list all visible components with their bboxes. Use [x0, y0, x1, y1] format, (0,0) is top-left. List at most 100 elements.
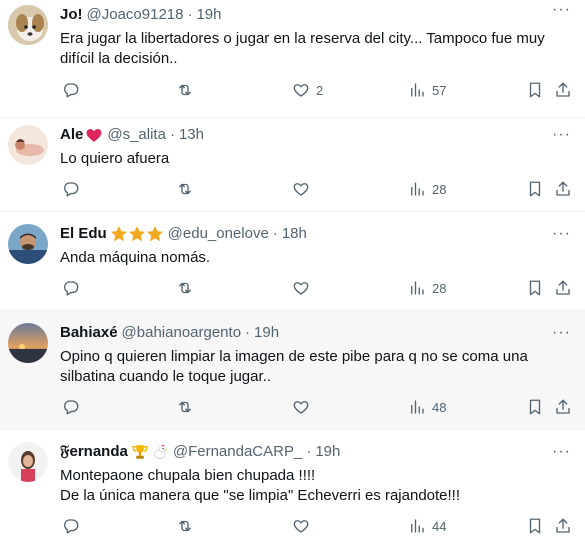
views-button[interactable]: 28: [408, 177, 446, 201]
like-button[interactable]: [292, 514, 310, 538]
display-name[interactable]: El Edu: [60, 224, 107, 244]
chicken-emoji-icon: [151, 443, 169, 461]
separator-dot: ·: [169, 126, 175, 143]
views-button[interactable]: 57: [408, 78, 446, 102]
reply-button[interactable]: [62, 276, 80, 300]
reply-tweet[interactable]: El Edu @edu_onelove · 18h ··· Anda máqui…: [0, 212, 585, 311]
like-count: 2: [316, 82, 324, 98]
views-icon: [411, 182, 424, 196]
tweet-text-line: Montepaone chupala bien chupada !!!!: [60, 467, 316, 484]
like-button[interactable]: 2: [292, 78, 323, 102]
separator-dot: ·: [187, 6, 193, 23]
reply-tweet[interactable]: Ale @s_alita · 13h ··· Lo quiero afuera …: [0, 118, 585, 212]
reply-icon: [64, 182, 79, 197]
avatar[interactable]: [8, 5, 48, 45]
reply-button[interactable]: [62, 395, 80, 419]
reply-icon: [64, 83, 79, 98]
display-name[interactable]: Ale: [60, 125, 83, 145]
tweet-text: Montepaone chupala bien chupada !!!! De …: [60, 466, 569, 506]
like-icon: [293, 282, 309, 295]
like-icon: [293, 183, 309, 196]
tweet-text-line: Anda máquina nomás.: [60, 249, 211, 266]
tweet-text-line: difícil la decisión..: [60, 50, 178, 67]
retweet-button[interactable]: [176, 395, 194, 419]
tweet-text: Era jugar la libertadores o jugar en la …: [60, 29, 569, 69]
user-handle[interactable]: @edu_onelove: [168, 224, 269, 244]
tweet-text-line: Lo quiero afuera: [60, 150, 170, 167]
retweet-icon: [179, 183, 191, 195]
reply-button[interactable]: [62, 177, 80, 201]
retweet-button[interactable]: [176, 78, 194, 102]
retweet-button[interactable]: [176, 276, 194, 300]
tweet-text: Anda máquina nomás.: [60, 248, 569, 268]
share-button[interactable]: [554, 276, 572, 300]
more-icon[interactable]: ···: [552, 442, 571, 462]
reply-tweet[interactable]: Jo! @Joaco91218 · 19h ··· Era jugar la l…: [0, 0, 585, 118]
share-button[interactable]: [554, 395, 572, 419]
bookmark-button[interactable]: [526, 276, 544, 300]
star-emoji-icon: [110, 225, 164, 243]
timestamp[interactable]: 19h: [254, 323, 279, 343]
share-button[interactable]: [554, 177, 572, 201]
display-name[interactable]: 𝔉ernanda: [60, 442, 128, 462]
tweet-actions: 44: [60, 514, 585, 538]
share-icon: [556, 280, 570, 295]
like-button[interactable]: [292, 395, 310, 419]
views-icon: [411, 83, 424, 97]
display-name[interactable]: Jo!: [60, 5, 83, 25]
reply-tweet[interactable]: 𝔉ernanda @FernandaCARP_ · 19h ··· Montep…: [0, 430, 585, 546]
user-handle[interactable]: @s_alita: [107, 125, 166, 145]
bookmark-button[interactable]: [526, 78, 544, 102]
timestamp[interactable]: 13h: [179, 125, 204, 145]
avatar[interactable]: [8, 442, 48, 482]
retweet-button[interactable]: [176, 177, 194, 201]
share-button[interactable]: [554, 78, 572, 102]
view-count: 28: [432, 181, 447, 197]
avatar[interactable]: [8, 323, 48, 363]
tweet-actions: 48: [60, 395, 585, 419]
avatar[interactable]: [8, 224, 48, 264]
views-button[interactable]: 48: [408, 395, 446, 419]
tweet-actions: 28: [60, 177, 585, 201]
separator-dot: ·: [272, 225, 278, 242]
reply-button[interactable]: [62, 514, 80, 538]
more-icon[interactable]: ···: [552, 125, 571, 145]
tweet-text: Lo quiero afuera: [60, 149, 569, 169]
share-icon: [556, 399, 570, 414]
more-icon[interactable]: ···: [552, 0, 571, 20]
views-icon: [411, 519, 424, 533]
tweet-text-line: De la única manera que "se limpia" Echev…: [60, 487, 461, 504]
user-handle[interactable]: @bahianoargento: [122, 323, 242, 343]
bookmark-icon: [529, 181, 541, 197]
share-icon: [556, 82, 570, 97]
bookmark-button[interactable]: [526, 395, 544, 419]
timestamp[interactable]: 18h: [282, 224, 307, 244]
share-button[interactable]: [554, 514, 572, 538]
retweet-icon: [179, 84, 191, 96]
reply-tweet[interactable]: Bahiaxé @bahianoargento · 19h ··· Opino …: [0, 311, 585, 430]
share-icon: [556, 518, 570, 533]
bookmark-button[interactable]: [526, 177, 544, 201]
like-button[interactable]: [292, 276, 310, 300]
reply-button[interactable]: [62, 78, 80, 102]
display-name[interactable]: Bahiaxé: [60, 323, 118, 343]
bookmark-button[interactable]: [526, 514, 544, 538]
bookmark-icon: [529, 280, 541, 296]
trophy-emoji-icon: [131, 443, 149, 461]
like-button[interactable]: [292, 177, 310, 201]
views-icon: [411, 400, 424, 414]
more-icon[interactable]: ···: [552, 224, 571, 244]
user-handle[interactable]: @Joaco91218: [87, 5, 184, 25]
like-icon: [293, 401, 309, 414]
tweet-text-line: Era jugar la libertadores o jugar en la …: [60, 30, 545, 47]
views-button[interactable]: 44: [408, 514, 446, 538]
reply-icon: [64, 519, 79, 534]
timestamp[interactable]: 19h: [196, 5, 221, 25]
retweet-button[interactable]: [176, 514, 194, 538]
more-icon[interactable]: ···: [552, 323, 571, 343]
avatar[interactable]: [8, 125, 48, 165]
user-handle[interactable]: @FernandaCARP_: [173, 442, 302, 462]
heart-emoji-icon: [85, 126, 103, 144]
timestamp[interactable]: 19h: [315, 442, 340, 462]
views-button[interactable]: 28: [408, 276, 446, 300]
